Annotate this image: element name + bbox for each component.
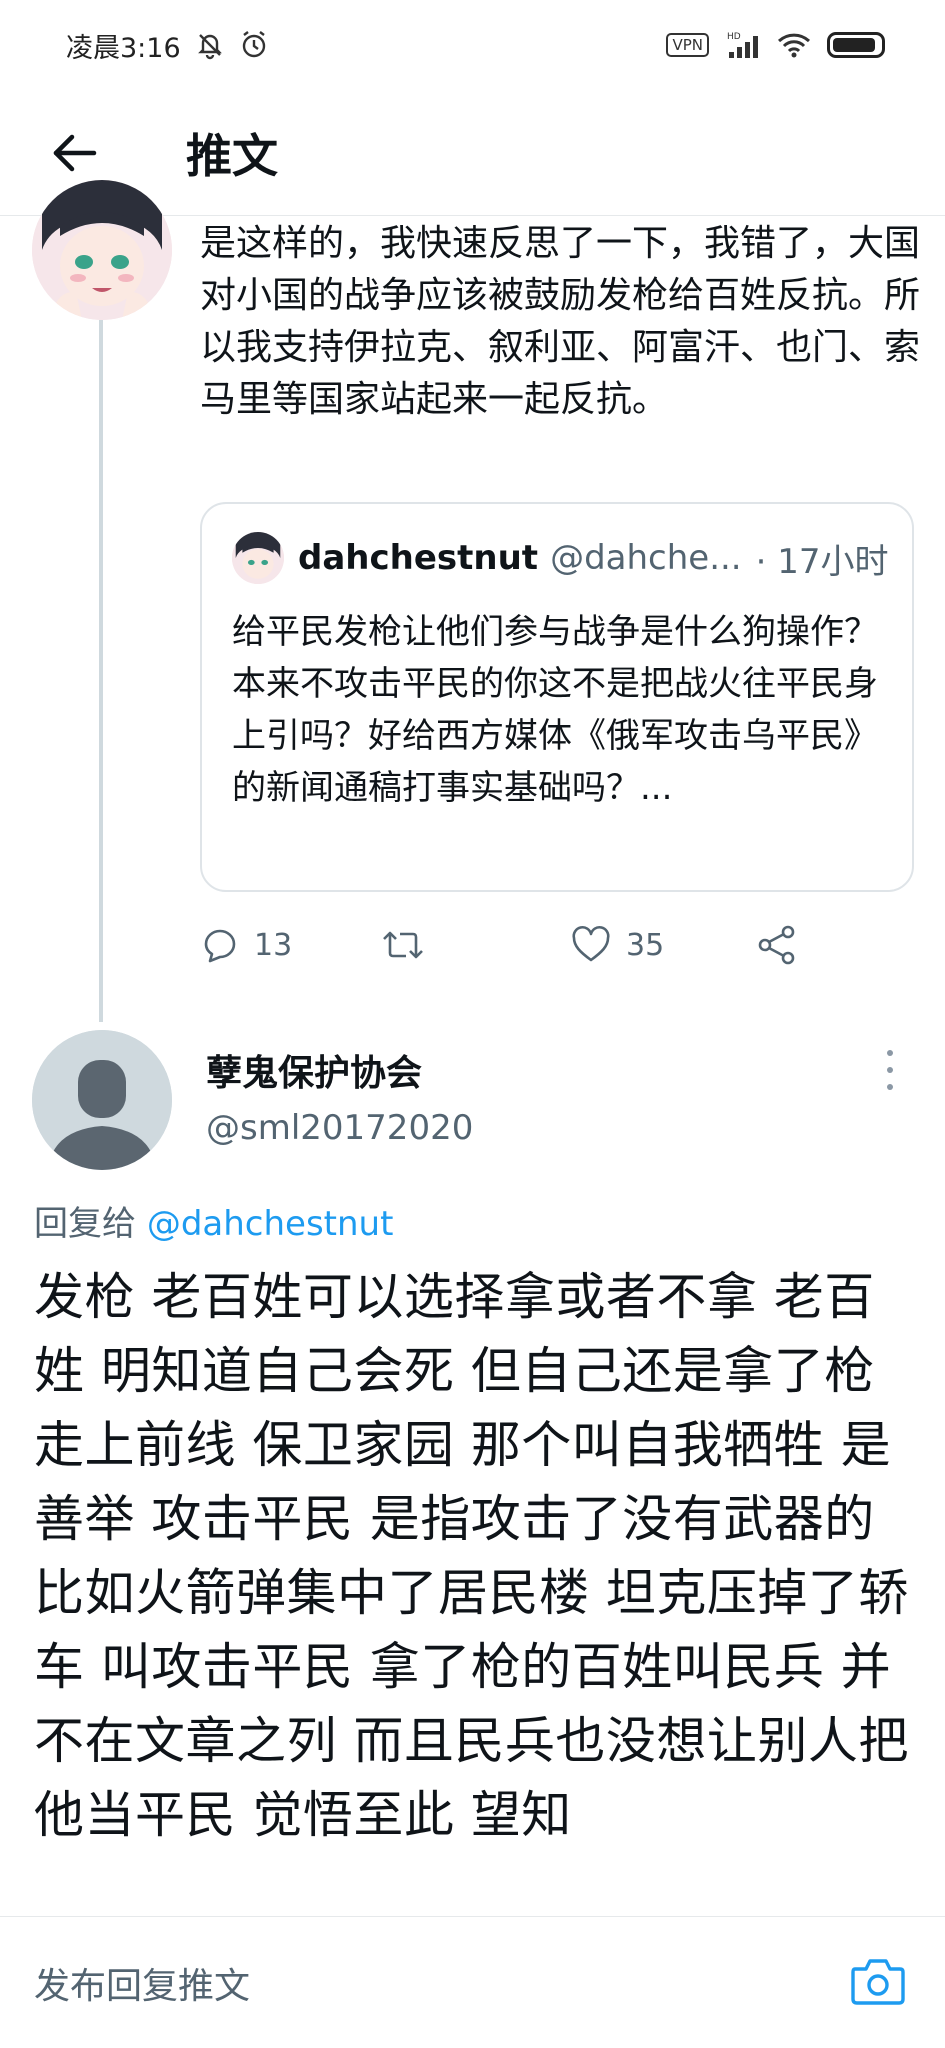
replying-to-link[interactable]: @dahchestnut: [147, 1204, 394, 1244]
thread-tweet-text: 是这样的，我快速反思了一下，我错了，大国对小国的战争应该被鼓励发枪给百姓反抗。所…: [200, 223, 921, 420]
quoted-tweet-text: 给平民发枪让他们参与战争是什么狗操作？本来不攻击平民的你这不是把战火往平民身上引…: [232, 612, 878, 808]
avatar[interactable]: [32, 180, 172, 320]
like-button[interactable]: 35: [570, 925, 664, 965]
more-vertical-icon: [887, 1050, 893, 1056]
arrow-left-icon: [53, 134, 97, 171]
status-bar: 凌晨3:16 VPN HD: [0, 0, 945, 90]
network-label: HD: [727, 32, 741, 42]
quoted-tweet-card[interactable]: dahchestnut @dahche... · 17小时 给平民发枪让他们参与…: [200, 502, 914, 892]
reply-button[interactable]: 13: [200, 925, 292, 965]
status-right-icons: VPN HD: [666, 30, 885, 60]
author-handle[interactable]: @sml20172020: [206, 1108, 473, 1148]
quoted-tweet-header: dahchestnut @dahche... · 17小时: [232, 532, 889, 584]
wifi-icon: [777, 33, 811, 58]
signal-icon: HD: [727, 32, 758, 58]
replying-to-prefix: 回复给: [34, 1204, 136, 1244]
share-icon: [758, 925, 795, 965]
battery-icon: [827, 32, 885, 58]
anime-avatar-small-image: [232, 532, 284, 584]
more-vertical-icon: [887, 1084, 893, 1090]
share-button[interactable]: [756, 924, 798, 966]
quoted-author-name: dahchestnut: [298, 538, 539, 578]
replying-to: 回复给 @dahchestnut: [34, 1196, 393, 1245]
tweet-actions: 13 35: [200, 910, 840, 980]
more-vertical-icon: [887, 1067, 893, 1073]
quoted-avatar: [232, 532, 284, 584]
camera-button[interactable]: [849, 1955, 907, 2007]
thread-connector-line: [99, 320, 103, 1022]
reply-count: 13: [254, 927, 293, 963]
anime-avatar-image: [32, 180, 172, 320]
reply-icon: [204, 929, 236, 963]
author-avatar[interactable]: [32, 1030, 172, 1170]
mute-bell-icon: [197, 34, 222, 60]
vpn-badge: VPN: [666, 33, 709, 57]
alarm-icon: [242, 31, 265, 58]
reply-composer-bar: 发布回复推文: [0, 1916, 945, 2048]
like-count: 35: [626, 927, 665, 963]
quoted-timestamp: · 17小时: [755, 541, 889, 582]
quoted-author-handle: @dahche...: [550, 538, 742, 578]
more-options-button[interactable]: [880, 1050, 900, 1090]
status-left-icons: [195, 30, 269, 60]
author-name[interactable]: 孽鬼保护协会: [206, 1044, 422, 1096]
default-avatar-icon: [32, 1030, 172, 1170]
heart-icon: [572, 925, 610, 962]
camera-icon: [851, 1959, 905, 2005]
status-time: 凌晨3:16: [66, 32, 181, 64]
retweet-button[interactable]: [380, 925, 426, 965]
reply-input[interactable]: 发布回复推文: [34, 1957, 734, 2009]
retweet-icon: [383, 931, 423, 959]
page-title: 推文: [186, 128, 278, 183]
main-tweet-text: 发枪 老百姓可以选择拿或者不拿 老百姓 明知道自己会死 但自己还是拿了枪走上前线…: [34, 1268, 909, 1844]
